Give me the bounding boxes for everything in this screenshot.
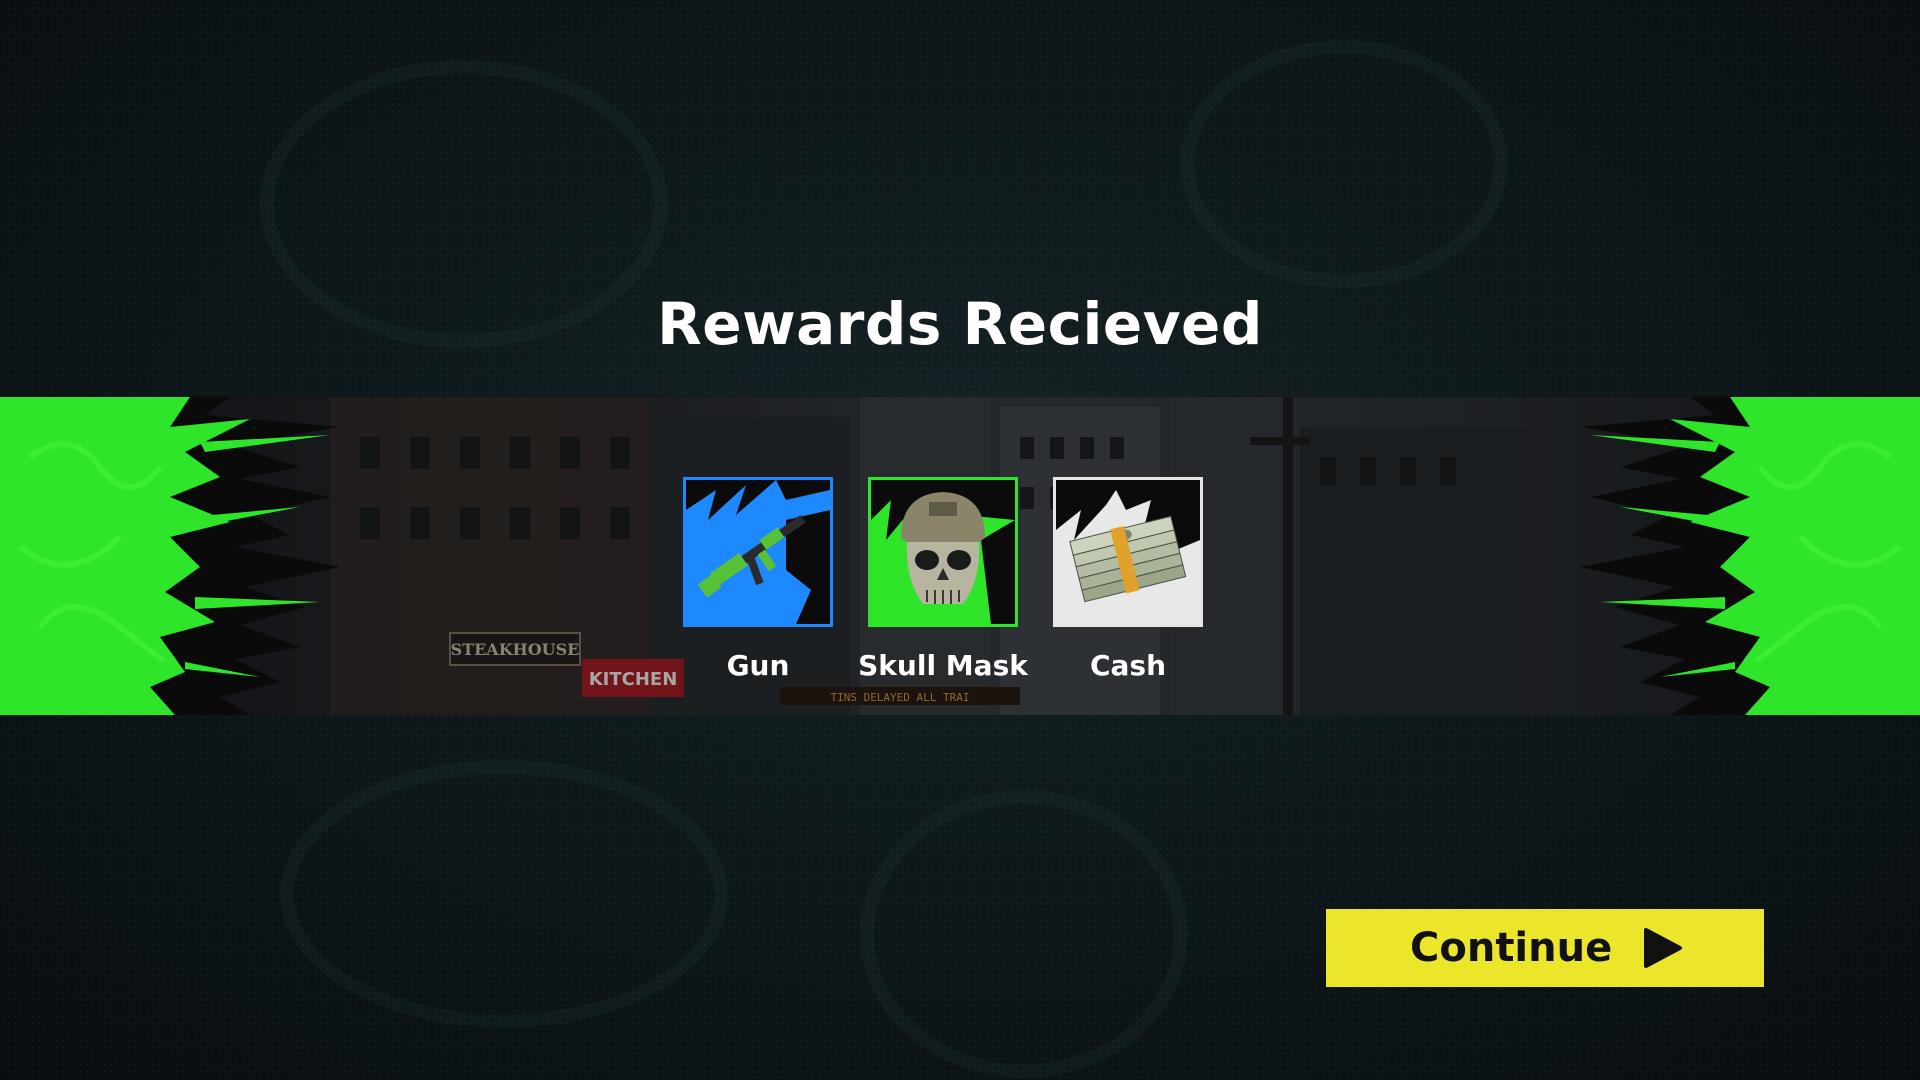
reward-card xyxy=(1053,477,1203,627)
reward-name: Cash xyxy=(1089,649,1167,682)
reward-item-skull-mask[interactable]: Skull Mask xyxy=(858,477,1028,682)
page-title: Rewards Recieved xyxy=(657,290,1263,358)
skull-mask-icon xyxy=(871,492,1015,624)
continue-button-label: Continue xyxy=(1410,925,1613,971)
reward-item-cash[interactable]: Cash xyxy=(1053,477,1203,682)
rifle-icon xyxy=(686,480,830,624)
reward-card xyxy=(868,477,1018,627)
graffiti-decoration xyxy=(280,760,728,1028)
graffiti-decoration xyxy=(860,790,1188,1078)
cash-stack-icon xyxy=(1056,490,1200,624)
reward-name: Skull Mask xyxy=(858,649,1028,682)
continue-button[interactable]: Continue xyxy=(1326,909,1764,987)
reward-list: Gun Skull Mask Cash xyxy=(683,477,1203,682)
green-paint-splatter-left xyxy=(0,397,340,715)
reward-item-gun[interactable]: Gun xyxy=(683,477,833,682)
rewards-screen: Rewards Recieved STEAKHOUSE KITCHEN TINS… xyxy=(0,0,1920,1080)
reward-card xyxy=(683,477,833,627)
graffiti-decoration xyxy=(1180,40,1508,288)
green-paint-splatter-right xyxy=(1580,397,1920,715)
play-icon xyxy=(1644,928,1682,968)
reward-name: Gun xyxy=(726,649,790,682)
